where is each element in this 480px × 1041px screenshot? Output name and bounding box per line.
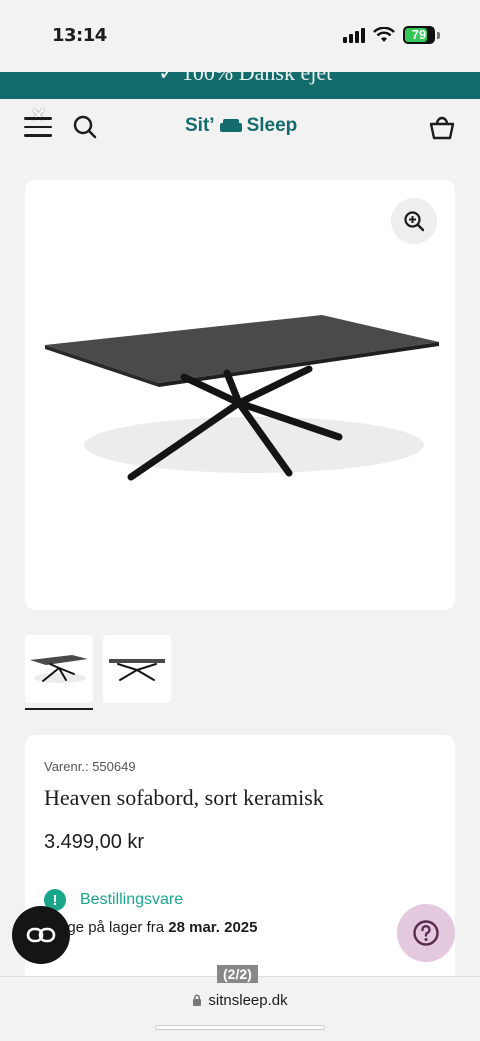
sku-value: 550649 xyxy=(92,759,136,774)
zoom-button[interactable] xyxy=(391,198,437,244)
sku-label: Varenr.: xyxy=(44,759,89,774)
chat-link-icon xyxy=(26,927,56,943)
question-icon xyxy=(413,920,439,946)
thumbnail-image-1 xyxy=(30,655,88,683)
battery-icon: 79 xyxy=(403,26,435,44)
product-price: 3.499,00 kr xyxy=(44,831,145,853)
basket-icon[interactable] xyxy=(428,113,456,141)
availability-status: Bestillingsvare xyxy=(80,891,184,908)
status-time: 13:14 xyxy=(52,25,107,46)
menu-icon[interactable] xyxy=(24,117,52,137)
thumbnail-2[interactable] xyxy=(103,635,171,703)
promo-text: ✓ 100% Dansk ejet xyxy=(158,72,333,85)
availability-row: ! Bestillingsvare xyxy=(44,889,183,911)
product-image xyxy=(45,315,439,481)
logo-text-right: Sleep xyxy=(246,115,298,136)
delivery-info: …age på lager fra 28 mar. 2025 xyxy=(44,919,258,936)
signal-icon xyxy=(343,27,365,43)
product-info-card: Varenr.: 550649 Heaven sofabord, sort ke… xyxy=(25,735,455,995)
search-icon[interactable] xyxy=(72,114,98,140)
promo-bar: ✓ 100% Dansk ejet xyxy=(0,72,480,99)
product-title: Heaven sofabord, sort keramisk xyxy=(44,785,324,810)
sku-row: Varenr.: 550649 xyxy=(44,759,136,774)
product-image-card[interactable] xyxy=(25,180,455,610)
thumbnail-1[interactable] xyxy=(25,635,93,703)
logo-text-left: Sit’ xyxy=(185,115,215,136)
help-button[interactable] xyxy=(397,904,455,962)
wifi-icon xyxy=(373,27,395,42)
battery-level: 79 xyxy=(411,27,427,42)
zoom-in-icon xyxy=(404,211,425,232)
status-bar: 13:14 79 xyxy=(0,0,480,72)
delivery-date: 28 mar. 2025 xyxy=(168,919,258,936)
home-indicator xyxy=(155,1025,325,1030)
url-bar[interactable]: sitnsleep.dk xyxy=(0,992,480,1009)
sofa-logo-icon xyxy=(219,119,242,132)
url-text: sitnsleep.dk xyxy=(208,992,288,1009)
chat-button[interactable] xyxy=(12,906,70,964)
lock-icon xyxy=(193,994,202,1006)
site-logo[interactable]: Sit’ Sleep xyxy=(185,115,297,137)
thumbnail-active-indicator xyxy=(25,708,93,710)
site-header: ✕ Sit’ Sleep xyxy=(0,99,480,157)
browser-bar: (2/2) sitnsleep.dk xyxy=(0,965,480,1041)
thumbnail-image-2 xyxy=(109,659,165,681)
page-indicator: (2/2) xyxy=(217,965,258,983)
status-icons: 79 xyxy=(343,26,440,44)
